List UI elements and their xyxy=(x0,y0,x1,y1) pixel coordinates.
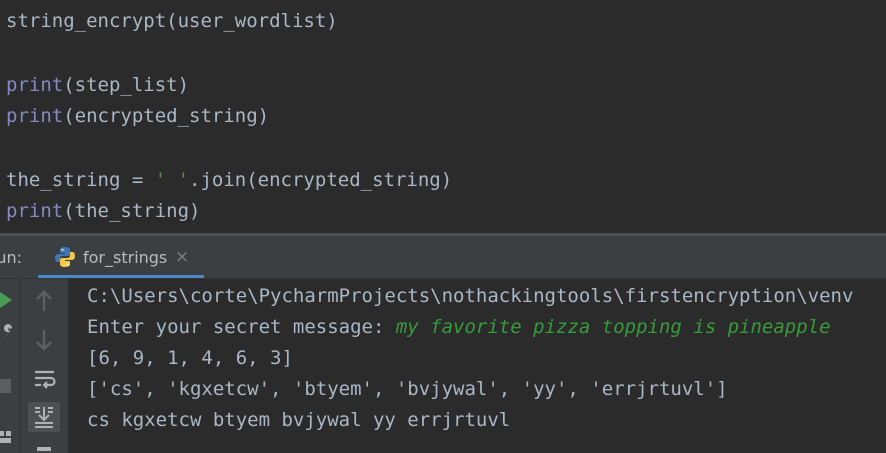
output-step-list: [6, 9, 1, 4, 6, 3] xyxy=(87,347,293,369)
user-input: my favorite pizza topping is pineapple xyxy=(395,316,831,338)
print-keyword: print xyxy=(6,200,64,222)
run-label: Run: xyxy=(0,248,23,267)
print-icon[interactable] xyxy=(37,445,51,453)
run-toolbar: Run: for_strings × xyxy=(0,236,886,279)
console-output[interactable]: C:\Users\corte\PycharmProjects\nothackin… xyxy=(69,279,886,453)
print-keyword: print xyxy=(6,74,64,96)
python-icon xyxy=(55,247,75,267)
string-literal: ' ' xyxy=(154,169,190,191)
call-args: (step_list) xyxy=(63,74,190,96)
output-result-string: cs kgxetcw btyem bvjywal yy errjrtuvl xyxy=(87,409,511,431)
stop-icon[interactable] xyxy=(0,379,12,393)
rerun-icon[interactable] xyxy=(0,292,14,308)
tab-label: for_strings xyxy=(83,248,168,267)
call-args: (encrypted_string) xyxy=(63,105,270,127)
scroll-to-end-button[interactable] xyxy=(28,402,60,432)
layout-icon[interactable] xyxy=(0,431,12,445)
scroll-to-end-icon xyxy=(35,407,53,428)
code-line-3[interactable]: print(step_list) xyxy=(6,73,189,97)
assignment-lhs: the_string = xyxy=(6,169,155,191)
console-toolbar xyxy=(20,279,69,453)
wrench-icon[interactable] xyxy=(0,324,14,342)
call-args: (user_wordlist) xyxy=(166,10,338,32)
code-line-6[interactable]: the_string = ' '.join(encrypted_string) xyxy=(6,168,452,192)
console-path: C:\Users\corte\PycharmProjects\nothackin… xyxy=(87,285,854,307)
code-line-1[interactable]: string_encrypt(user_wordlist) xyxy=(6,9,338,33)
print-keyword: print xyxy=(6,105,64,127)
output-encrypted-list: ['cs', 'kgxetcw', 'btyem', 'bvjywal', 'y… xyxy=(87,378,728,400)
tab-for-strings[interactable]: for_strings × xyxy=(38,236,204,278)
input-prompt: Enter your secret message: xyxy=(87,316,396,338)
function-call: string_encrypt xyxy=(6,10,167,32)
arrow-up-icon[interactable] xyxy=(35,290,53,312)
code-line-4[interactable]: print(encrypted_string) xyxy=(6,104,269,128)
arrow-down-icon[interactable] xyxy=(35,329,53,351)
code-editor[interactable]: string_encrypt(user_wordlist) print(step… xyxy=(0,0,886,233)
active-tab-indicator xyxy=(38,275,204,278)
soft-wrap-icon[interactable] xyxy=(34,369,56,389)
close-icon[interactable]: × xyxy=(175,247,189,267)
run-toolbar-left xyxy=(0,279,20,453)
code-line-7[interactable]: print(the_string) xyxy=(6,199,200,223)
join-call: .join(encrypted_string) xyxy=(189,169,453,191)
console-prompt-line: Enter your secret message: my favorite p… xyxy=(87,315,831,339)
call-args: (the_string) xyxy=(63,200,201,222)
